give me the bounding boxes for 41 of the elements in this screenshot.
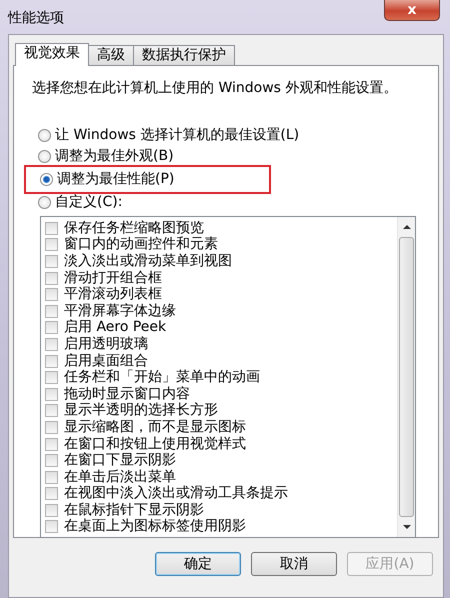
radio-button[interactable]: [38, 150, 51, 163]
dialog-button[interactable]: 确定: [155, 552, 241, 576]
checkbox[interactable]: [45, 222, 58, 235]
tab[interactable]: 高级: [88, 45, 134, 65]
radio-label[interactable]: 调整为最佳性能(P): [57, 169, 174, 190]
checkbox[interactable]: [45, 504, 58, 517]
checkbox[interactable]: [45, 238, 58, 252]
tab[interactable]: 数据执行保护: [133, 45, 235, 65]
checkbox[interactable]: [45, 338, 58, 351]
close-button[interactable]: x: [384, 0, 440, 21]
radio-button[interactable]: [38, 129, 51, 142]
radio-label[interactable]: 让 Windows 选择计算机的最佳设置(L): [55, 125, 300, 146]
checkbox[interactable]: [45, 454, 58, 468]
checkbox[interactable]: [45, 438, 58, 451]
radio-label[interactable]: 调整为最佳外观(B): [55, 146, 174, 167]
scroll-up-icon[interactable]: [402, 225, 410, 229]
checkbox[interactable]: [45, 520, 58, 534]
scroll-down-icon[interactable]: [402, 525, 410, 529]
description-text: 选择您想在此计算机上使用的 Windows 外观和性能设置。: [32, 79, 398, 98]
checkbox[interactable]: [45, 388, 58, 401]
radio-button[interactable]: [38, 196, 51, 209]
checkbox[interactable]: [45, 254, 58, 268]
radio-button[interactable]: [40, 173, 53, 186]
checkbox[interactable]: [45, 371, 58, 384]
window-title: 性能选项: [8, 9, 64, 28]
checkbox[interactable]: [45, 288, 58, 302]
checkbox-label[interactable]: 淡入淡出或滑动菜单到视图: [64, 250, 232, 272]
checkbox[interactable]: [45, 354, 58, 368]
scroll-thumb[interactable]: [399, 237, 414, 517]
checkbox[interactable]: [45, 470, 58, 484]
dialog-button[interactable]: 取消: [251, 552, 337, 576]
checkbox-label[interactable]: 在桌面上为图标标签使用阴影: [64, 516, 246, 538]
scrollbar[interactable]: [397, 217, 415, 537]
checkbox[interactable]: [45, 321, 58, 334]
checkbox[interactable]: [45, 404, 58, 418]
checkbox[interactable]: [45, 420, 58, 434]
radio-label[interactable]: 自定义(C):: [55, 192, 122, 213]
checkbox[interactable]: [45, 487, 58, 500]
checkbox[interactable]: [45, 304, 58, 318]
tab[interactable]: 视觉效果: [15, 43, 89, 66]
checkbox[interactable]: [45, 272, 58, 285]
